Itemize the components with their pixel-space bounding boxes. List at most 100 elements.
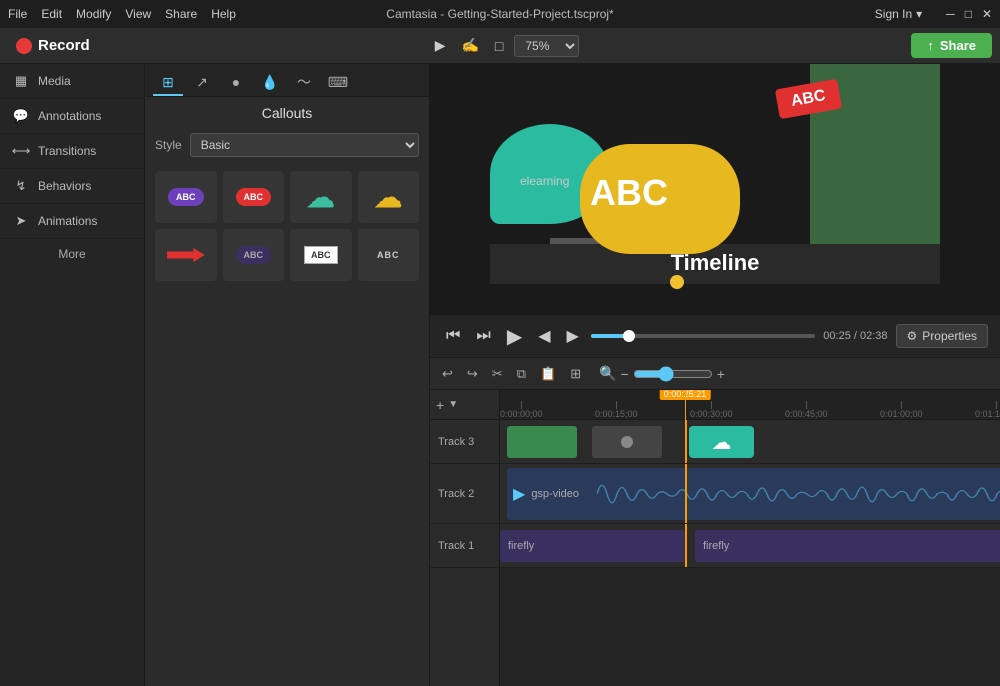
step-back-button[interactable]: ⏭	[472, 325, 494, 347]
timeline-zoom: 🔍 − +	[599, 365, 725, 382]
menu-share[interactable]: Share	[165, 7, 197, 21]
ruler-mark-0: 0:00:00;00	[500, 401, 543, 419]
track3-label: Track 3	[430, 420, 499, 464]
track3-clip-callout[interactable]: ☁	[689, 426, 754, 458]
transitions-icon: ⟷	[12, 142, 30, 160]
tab-pointer[interactable]: ↗	[187, 70, 217, 96]
callouts-panel: ⊞ ↗ ● 💧 〜 ⌨ Callouts Style Basic ABC ABC	[145, 64, 430, 686]
animations-icon: ➤	[12, 212, 30, 230]
select-tool-button[interactable]: ▶	[430, 35, 451, 56]
window-controls[interactable]: ─ □ ✕	[946, 7, 992, 21]
callout-red-arrow[interactable]	[155, 229, 217, 281]
skip-back-button[interactable]: ⏮	[442, 325, 464, 347]
close-button[interactable]: ✕	[982, 7, 992, 21]
tab-bar: ⊞ ↗ ● 💧 〜 ⌨	[145, 64, 429, 97]
track3-playhead	[685, 420, 687, 463]
track3-clip-dark[interactable]	[592, 426, 662, 458]
track2-playhead	[685, 464, 687, 523]
preview-timeline-area: ABC ABC elearning Timeline ⏮ ⏭ ▶ ◀ ▶	[430, 64, 1000, 686]
crop-tool-button[interactable]: □	[490, 36, 508, 56]
track2-row: ▶ gsp-video	[500, 464, 1000, 524]
preview-area: ABC ABC elearning Timeline ⏮ ⏭ ▶ ◀ ▶	[430, 64, 1000, 358]
track1-clip-firefly-2[interactable]: firefly	[695, 530, 1000, 562]
play-button[interactable]: ▶	[503, 322, 526, 351]
callout-red-bubble[interactable]: ABC	[223, 171, 285, 223]
zoom-out-button[interactable]: −	[621, 366, 629, 382]
gear-icon: ⚙	[907, 329, 918, 343]
zoom-selector[interactable]: 75% 50% 100%	[514, 35, 579, 57]
menu-edit[interactable]: Edit	[41, 7, 62, 21]
callout-text-only[interactable]: ABC	[358, 229, 420, 281]
callout-dark-bubble[interactable]: ABC	[223, 229, 285, 281]
progress-thumb[interactable]	[623, 330, 635, 342]
sidebar-item-annotations[interactable]: 💬 Annotations	[0, 99, 144, 134]
menu-view[interactable]: View	[125, 7, 151, 21]
preview-image: ABC ABC elearning Timeline	[490, 64, 940, 314]
restore-button[interactable]: □	[965, 7, 972, 21]
menu-bar[interactable]: File Edit Modify View Share Help	[8, 7, 236, 21]
callout-purple-bubble[interactable]: ABC	[155, 171, 217, 223]
record-dot	[16, 38, 32, 54]
media-icon: ▦	[12, 72, 30, 90]
collapse-button[interactable]: ▼	[448, 399, 458, 410]
style-label: Style	[155, 138, 182, 152]
tab-shape[interactable]: ●	[221, 70, 251, 96]
zoom-search-icon[interactable]: 🔍	[599, 365, 616, 382]
annotations-icon: 💬	[12, 107, 30, 125]
timeline-body: + ▼ Track 3 Track 2 Track 1	[430, 390, 1000, 686]
track1-playhead	[685, 524, 687, 567]
sidebar-item-behaviors[interactable]: ↯ Behaviors	[0, 169, 144, 204]
tab-ink[interactable]: 💧	[255, 70, 285, 96]
callout-teal-cloud[interactable]	[290, 171, 352, 223]
tab-layout[interactable]: ⊞	[153, 70, 183, 96]
sidebar-item-transitions[interactable]: ⟷ Transitions	[0, 134, 144, 169]
app-title: Camtasia - Getting-Started-Project.tscpr…	[386, 7, 613, 21]
callout-yellow-cloud[interactable]	[358, 171, 420, 223]
tab-path[interactable]: 〜	[289, 70, 319, 96]
next-frame-button[interactable]: ▶	[563, 324, 583, 348]
zoom-in-button[interactable]: +	[717, 366, 725, 382]
track1-label: Track 1	[430, 524, 499, 568]
main-content: ▦ Media 💬 Annotations ⟷ Transitions ↯ Be…	[0, 64, 1000, 686]
zoom-slider[interactable]	[633, 366, 713, 382]
record-button[interactable]: Record	[8, 37, 98, 54]
preview-abc-text: ABC	[590, 172, 668, 214]
preview-elearning-text: elearning	[520, 174, 569, 188]
sidebar-item-media[interactable]: ▦ Media	[0, 64, 144, 99]
ruler-mark-1: 0:00:15;00	[595, 401, 638, 419]
share-button[interactable]: ↑ Share	[911, 33, 992, 58]
redo-button[interactable]: ↪	[463, 364, 482, 384]
track-header-controls: + ▼	[430, 390, 499, 420]
paste-button[interactable]: 📋	[536, 364, 560, 384]
add-track-button[interactable]: +	[436, 397, 444, 413]
timeline-ruler: 0:00:25:21 0:00:00;00 0:00:15;00 0:00:30…	[500, 390, 1000, 420]
timeline-area: ↩ ↪ ✂ ⧉ 📋 ⊞ 🔍 − + + ▼	[430, 358, 1000, 686]
cut-button[interactable]: ✂	[488, 364, 507, 384]
playhead-indicator[interactable]	[685, 390, 686, 420]
callout-white-rect[interactable]: ABC	[290, 229, 352, 281]
undo-button[interactable]: ↩	[438, 364, 457, 384]
track3-clip-green[interactable]	[507, 426, 577, 458]
hand-tool-button[interactable]: ✍	[456, 35, 483, 56]
tab-keyboard[interactable]: ⌨	[323, 70, 353, 96]
style-select[interactable]: Basic	[190, 133, 419, 157]
progress-bar[interactable]	[591, 334, 815, 338]
style-row: Style Basic	[145, 129, 429, 165]
menu-modify[interactable]: Modify	[76, 7, 111, 21]
copy-button[interactable]: ⧉	[513, 364, 530, 384]
menu-help[interactable]: Help	[211, 7, 236, 21]
more-button[interactable]: More	[0, 239, 144, 269]
sign-in-button[interactable]: Sign In ▾	[875, 7, 922, 21]
properties-button[interactable]: ⚙ Properties	[896, 324, 988, 348]
prev-frame-button[interactable]: ◀	[534, 324, 554, 348]
minimize-button[interactable]: ─	[946, 7, 955, 21]
split-button[interactable]: ⊞	[566, 364, 585, 384]
sidebar-item-animations[interactable]: ➤ Animations	[0, 204, 144, 239]
menu-file[interactable]: File	[8, 7, 27, 21]
track1-clip-firefly-1[interactable]: firefly	[500, 530, 685, 562]
timeline-content: 0:00:25:21 0:00:00;00 0:00:15;00 0:00:30…	[500, 390, 1000, 686]
track2-clip-gsp[interactable]: ▶ gsp-video	[507, 468, 1000, 520]
ruler-mark-3: 0:00:45;00	[785, 401, 828, 419]
timeline-toolbar: ↩ ↪ ✂ ⧉ 📋 ⊞ 🔍 − +	[430, 358, 1000, 390]
preview-canvas: ABC ABC elearning Timeline	[430, 64, 1000, 314]
